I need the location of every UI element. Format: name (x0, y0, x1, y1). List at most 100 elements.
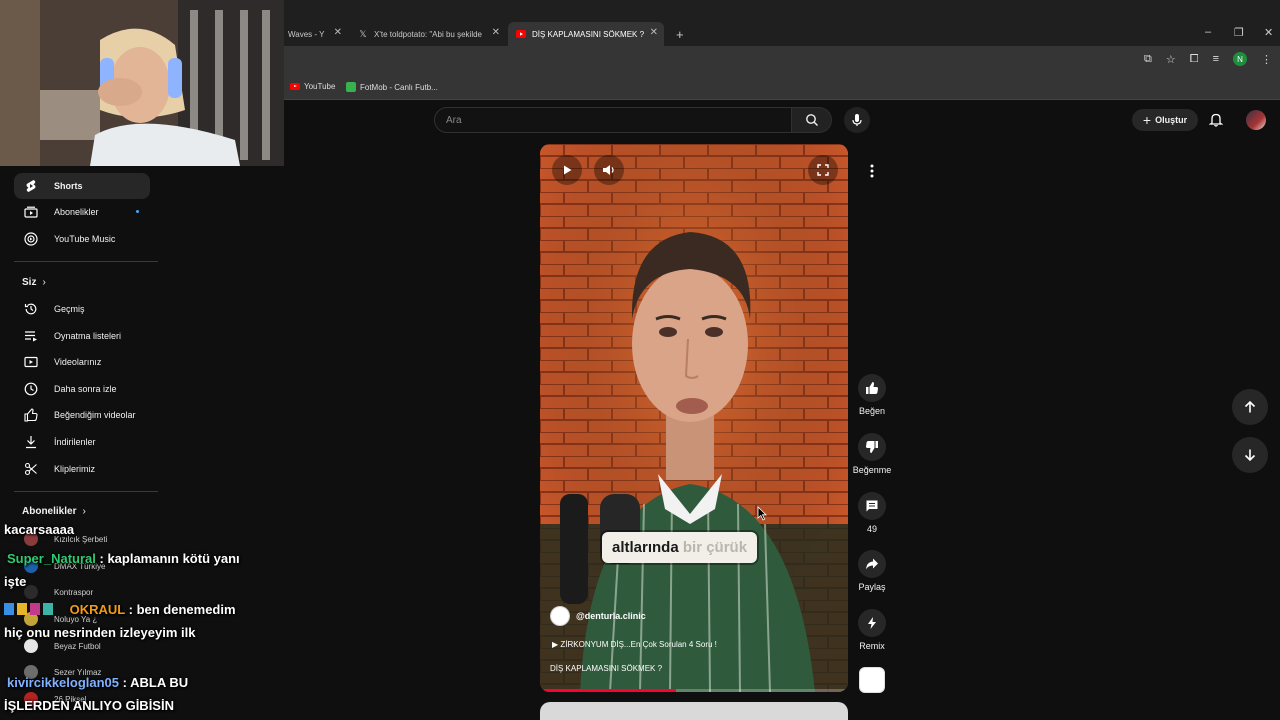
dislike-button[interactable]: Beğenme (852, 433, 892, 475)
search-icon (805, 114, 818, 126)
bookmark-fotmob[interactable]: FotMob - Canlı Futb... (346, 82, 438, 92)
chat-message: OKRAUL : ben denemedim hiç onu nesrinden… (4, 598, 254, 644)
sidebar-label: Shorts (54, 181, 83, 191)
comments-button[interactable]: 49 (852, 492, 892, 534)
sidebar-item-subscriptions[interactable]: Abonelikler (14, 199, 150, 225)
sidebar-subscriptions-header[interactable]: Abonelikler › (22, 506, 86, 517)
video-caption: altlarında bir çürük (602, 532, 758, 563)
chat-text: kacarsaaaa (4, 522, 75, 537)
downloads-icon (24, 435, 38, 449)
sidebar-item-playlists[interactable]: Oynatma listeleri (14, 323, 150, 349)
create-button[interactable]: + Oluştur (1132, 109, 1198, 131)
x-logo-icon: 𝕏 (359, 28, 367, 39)
caption-text: altlarında (612, 539, 683, 556)
sidebar-item-your-videos[interactable]: Videolarınız (14, 349, 150, 375)
more-options-button[interactable] (859, 158, 885, 184)
mouse-cursor-icon (757, 506, 767, 526)
profile-avatar[interactable]: N (1233, 52, 1247, 66)
share-button[interactable]: Paylaş (852, 550, 892, 592)
tab-youtube-active[interactable]: DİŞ KAPLAMASINI SÖKMEK ? - ✕ (508, 22, 664, 46)
watch-later-icon (24, 382, 38, 396)
sidebar-item-downloads[interactable]: İndirilenler (14, 429, 150, 455)
webcam-feed (0, 0, 284, 166)
sound-thumbnail[interactable] (859, 667, 885, 693)
sidebar-item-liked-videos[interactable]: Beğendiğim videolar (14, 402, 150, 428)
bookmark-label: YouTube (304, 82, 336, 91)
clips-icon (24, 462, 38, 476)
remix-button[interactable]: Remix (852, 609, 892, 651)
fullscreen-button[interactable] (808, 155, 838, 185)
next-short-preview[interactable] (540, 702, 848, 720)
window-close-button[interactable]: ✕ (1264, 26, 1273, 39)
chat-message: Super_Natural : kaplamanın kötü yanı işt… (4, 547, 254, 593)
caption-highlight: bir çürük (682, 539, 748, 556)
tab-waves[interactable]: Waves - Y ✕ (280, 22, 348, 46)
youtube-icon (290, 83, 300, 90)
your-videos-icon (24, 356, 38, 368)
media-control-icon[interactable]: ≡ (1213, 53, 1219, 65)
new-tab-button[interactable]: + (668, 22, 688, 46)
browser-menu-icon[interactable]: ⋮ (1261, 53, 1272, 66)
tab-label: X'te toldpotato: "Abi bu şekilde (374, 29, 482, 39)
tab-close-icon[interactable]: ✕ (650, 27, 658, 38)
playlists-icon (24, 330, 38, 342)
toolbar-icons: ⧉ ☆ ⧠ ≡ N ⋮ (1144, 52, 1272, 66)
youtube-favicon-icon (516, 29, 526, 39)
bookmark-youtube[interactable]: YouTube (290, 82, 335, 91)
chat-message: kacarsaaaa (4, 522, 254, 538)
sidebar-label: Videolarınız (54, 357, 102, 367)
sidebar-item-watch-later[interactable]: Daha sonra izle (14, 376, 150, 402)
bookmark-star-icon[interactable]: ☆ (1166, 53, 1176, 66)
progress-fill (540, 689, 676, 692)
chat-username: OKRAUL (69, 602, 125, 617)
account-avatar[interactable] (1246, 110, 1266, 130)
playlist-link[interactable]: ▶ ZİRKONYUM DİŞ...En Çok Sorulan 4 Soru … (552, 640, 717, 649)
sidebar-label: Geçmiş (54, 304, 85, 314)
liked-icon (24, 408, 38, 422)
you-header-label: Siz (22, 277, 37, 288)
mic-icon (852, 114, 862, 126)
sidebar-you-header[interactable]: Siz › (22, 277, 46, 288)
comments-count: 49 (866, 524, 877, 534)
chevron-right-icon: › (42, 277, 46, 288)
volume-button[interactable] (594, 155, 624, 185)
share-label: Paylaş (858, 582, 886, 592)
install-app-icon[interactable]: ⧉ (1144, 53, 1152, 66)
channel-link[interactable]: @denturla.clinic (550, 606, 646, 626)
notifications-button[interactable] (1208, 112, 1224, 132)
arrow-down-icon (1244, 449, 1256, 462)
minimize-button[interactable]: – (1205, 26, 1211, 38)
tab-close-icon[interactable]: ✕ (492, 27, 500, 38)
fullscreen-icon (817, 164, 829, 176)
subs-header-label: Abonelikler (22, 506, 77, 517)
next-short-button[interactable] (1232, 437, 1268, 473)
sidebar-item-clips[interactable]: Kliplerimiz (14, 456, 150, 482)
sidebar-divider (14, 261, 158, 262)
sidebar-label: Beğendiğim videolar (54, 410, 136, 420)
shorts-icon (24, 179, 38, 193)
restore-button[interactable]: ❐ (1234, 26, 1244, 39)
search-input[interactable]: Ara (434, 107, 792, 133)
search-button[interactable] (792, 107, 832, 133)
play-button[interactable] (552, 155, 582, 185)
channel-handle: @denturla.clinic (576, 611, 646, 621)
previous-short-button[interactable] (1232, 389, 1268, 425)
tab-close-icon[interactable]: ✕ (334, 27, 342, 38)
tab-x[interactable]: 𝕏 X'te toldpotato: "Abi bu şekilde ✕ (350, 22, 506, 46)
chat-username: kivircikkeloglan05 (7, 675, 120, 690)
voice-search-button[interactable] (844, 107, 870, 133)
bookmark-label: FotMob - Canlı Futb... (360, 82, 438, 92)
sidebar-item-history[interactable]: Geçmiş (14, 296, 150, 322)
share-icon (858, 550, 886, 578)
sidebar-divider (14, 491, 158, 492)
sidebar-item-youtube-music[interactable]: YouTube Music (14, 226, 150, 252)
create-label: Oluştur (1155, 115, 1188, 125)
sidebar-item-shorts[interactable]: Shorts (14, 173, 150, 199)
short-player[interactable]: altlarında bir çürük @denturla.clinic ▶ … (540, 144, 848, 692)
like-button[interactable]: Beğen (852, 374, 892, 416)
short-title[interactable]: DİŞ KAPLAMASINI SÖKMEK ? (550, 664, 662, 673)
new-content-dot (136, 210, 139, 213)
extensions-icon[interactable]: ⧠ (1190, 53, 1199, 66)
tab-label: DİŞ KAPLAMASINI SÖKMEK ? - (532, 29, 644, 39)
chat-username: Super_Natural (7, 551, 96, 566)
